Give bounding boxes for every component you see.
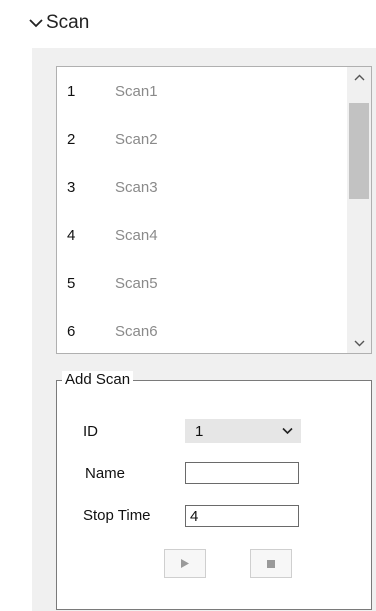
list-item[interactable]: 4 Scan4 <box>57 211 347 259</box>
scan-list: 1 Scan1 2 Scan2 3 Scan3 4 Scan4 5 Scan5 … <box>56 66 372 354</box>
name-label: Name <box>85 465 126 482</box>
list-item-name: Scan4 <box>115 226 158 244</box>
list-item-name: Scan5 <box>115 274 158 292</box>
chevron-down-icon <box>354 340 364 346</box>
stop-time-label: Stop Time <box>83 507 151 524</box>
id-label: ID <box>83 423 98 440</box>
chevron-down-icon <box>282 427 293 435</box>
list-item-id: 3 <box>67 178 76 196</box>
id-select-value: 1 <box>195 423 204 440</box>
scroll-up-button[interactable] <box>347 67 371 87</box>
id-select[interactable]: 1 <box>185 419 301 443</box>
stop-button[interactable] <box>250 549 292 578</box>
play-button[interactable] <box>164 549 206 578</box>
list-item-name: Scan6 <box>115 322 158 340</box>
scan-section-toggle[interactable]: Scan <box>29 10 89 36</box>
add-scan-group <box>56 380 372 610</box>
section-title: Scan <box>46 12 90 33</box>
list-item-id: 1 <box>67 82 76 100</box>
scrollbar[interactable] <box>347 67 371 353</box>
stop-icon <box>267 559 275 568</box>
scrollbar-thumb[interactable] <box>349 103 369 199</box>
list-item[interactable]: 1 Scan1 <box>57 67 347 115</box>
name-input[interactable] <box>185 462 299 484</box>
play-icon <box>181 559 189 568</box>
scan-list-rows: 1 Scan1 2 Scan2 3 Scan3 4 Scan4 5 Scan5 … <box>57 67 347 353</box>
list-item-name: Scan1 <box>115 82 158 100</box>
list-item[interactable]: 2 Scan2 <box>57 115 347 163</box>
list-item-id: 6 <box>67 322 76 340</box>
add-scan-legend: Add Scan <box>62 371 134 388</box>
chevron-up-icon <box>354 74 364 80</box>
stop-time-input[interactable] <box>185 505 299 527</box>
scroll-down-button[interactable] <box>347 333 371 353</box>
list-item-id: 2 <box>67 130 76 148</box>
list-item[interactable]: 3 Scan3 <box>57 163 347 211</box>
list-item-id: 4 <box>67 226 76 244</box>
list-item-id: 5 <box>67 274 76 292</box>
list-item[interactable]: 6 Scan6 <box>57 307 347 355</box>
list-item-name: Scan2 <box>115 130 158 148</box>
list-item-name: Scan3 <box>115 178 158 196</box>
chevron-down-icon <box>29 19 43 28</box>
list-item[interactable]: 5 Scan5 <box>57 259 347 307</box>
